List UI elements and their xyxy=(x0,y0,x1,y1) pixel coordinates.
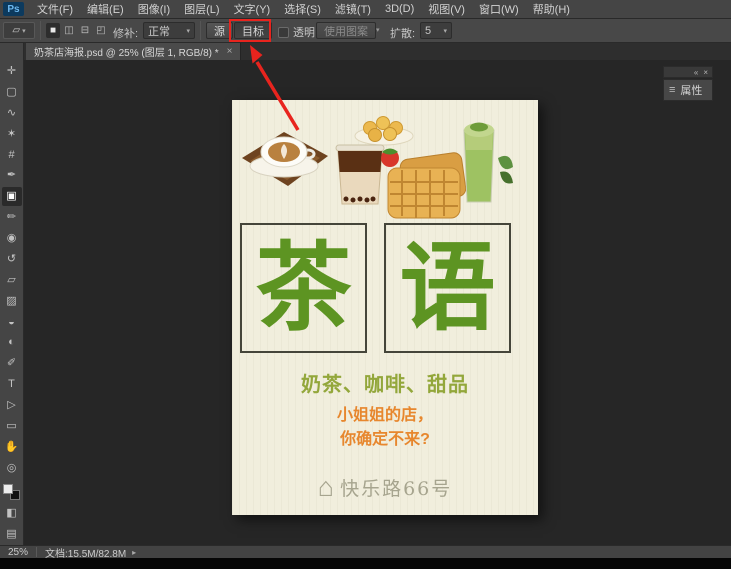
waffle-with-strawberry xyxy=(381,148,467,219)
zoom-tool-button[interactable]: ◎ xyxy=(2,459,22,478)
document-tab[interactable]: 奶茶店海报.psd @ 25% (图层 1, RGB/8) * × xyxy=(26,43,242,60)
chevron-down-icon: ▾ xyxy=(22,27,26,35)
properties-icon: ≡ xyxy=(669,84,676,96)
zoom-level-field[interactable]: 25% xyxy=(8,547,28,558)
document-tab-bar: 奶茶店海报.psd @ 25% (图层 1, RGB/8) * × xyxy=(24,43,731,60)
menu-file[interactable]: 文件(F) xyxy=(30,1,80,17)
crop-tool-button[interactable]: # xyxy=(2,146,22,165)
properties-panel-button[interactable]: ≡ 属性 xyxy=(663,79,713,101)
pattern-dropdown-icon[interactable]: ▾ xyxy=(376,26,380,34)
menu-window[interactable]: 窗口(W) xyxy=(472,1,526,17)
history-brush-tool-button[interactable]: ↺ xyxy=(2,250,22,269)
eraser-tool-button[interactable]: ▱ xyxy=(2,271,22,290)
rectangle-tool-button[interactable]: ▭ xyxy=(2,417,22,436)
photoshop-window: Ps 文件(F) 编辑(E) 图像(I) 图层(L) 文字(Y) 选择(S) 滤… xyxy=(0,0,731,569)
poster-tagline-2: 你确定不来? xyxy=(340,431,430,448)
status-menu-arrow-icon[interactable]: ▸ xyxy=(132,548,136,557)
screen-mode-button[interactable]: ▤ xyxy=(2,525,22,544)
patch-tool-button[interactable]: ▣ xyxy=(1,187,22,207)
lasso-tool-button[interactable]: ∿ xyxy=(2,104,22,123)
properties-label: 属性 xyxy=(680,85,703,97)
tool-preset-picker[interactable]: ▱ ▾ xyxy=(3,22,35,39)
poster-subtitle: 奶茶、咖啡、甜品 xyxy=(301,374,469,396)
transparent-label: 透明 xyxy=(293,27,315,39)
milk-tea-cup xyxy=(335,144,385,205)
cookie-plate xyxy=(354,116,414,146)
eyedropper-tool-button[interactable]: ✒ xyxy=(2,166,22,185)
diffusion-input[interactable]: 5 ▾ xyxy=(420,22,452,39)
menu-help[interactable]: 帮助(H) xyxy=(526,1,577,17)
hand-tool-button[interactable]: ✋ xyxy=(2,438,22,457)
menu-3d[interactable]: 3D(D) xyxy=(378,3,421,15)
patch-tool-icon: ▱ xyxy=(12,25,21,36)
poster-address-text: 快乐路66号 xyxy=(340,478,453,500)
chevron-down-icon: ▾ xyxy=(443,27,447,35)
document-tab-title: 奶茶店海报.psd @ 25% (图层 1, RGB/8) * xyxy=(34,48,219,59)
diffusion-label: 扩散: xyxy=(390,28,416,40)
status-bar: 25% 文档:15.5M/82.8M ▸ xyxy=(0,545,731,560)
separator xyxy=(36,547,38,557)
patch-mode-dropdown[interactable]: 正常 ▾ xyxy=(143,22,195,39)
menu-type[interactable]: 文字(Y) xyxy=(227,1,278,17)
use-pattern-button[interactable]: 使用图案 xyxy=(316,22,376,39)
rectangular-marquee-tool-button[interactable]: ▢ xyxy=(2,83,22,102)
add-to-selection-icon[interactable]: ◫ xyxy=(62,23,76,38)
clone-stamp-tool-button[interactable]: ◉ xyxy=(2,229,22,248)
poster-frame-right: 语 xyxy=(384,223,511,353)
bottom-strip xyxy=(0,558,731,569)
collapse-arrows-icon[interactable]: « xyxy=(694,68,698,77)
path-selection-tool-button[interactable]: ▷ xyxy=(2,396,22,415)
transparent-checkbox[interactable] xyxy=(278,26,289,38)
menu-image[interactable]: 图像(I) xyxy=(131,1,177,17)
diffusion-value: 5 xyxy=(425,24,432,37)
pen-tool-button[interactable]: ✐ xyxy=(2,354,22,373)
menu-select[interactable]: 选择(S) xyxy=(277,1,328,17)
color-swatches[interactable] xyxy=(3,483,20,501)
foreground-color-swatch[interactable] xyxy=(3,483,13,494)
brush-tool-button[interactable]: ✏ xyxy=(2,208,22,227)
poster-address: ⌂ 快乐路66号 xyxy=(232,474,538,501)
subtract-from-selection-icon[interactable]: ⊟ xyxy=(78,23,92,38)
selection-mode-group: ■ ◫ ⊟ ◰ xyxy=(46,23,108,38)
source-button[interactable]: 源 xyxy=(206,22,233,39)
separator xyxy=(40,21,41,40)
canvas-area: 茶 语 奶茶、咖啡、甜品 小姐姐的店， 你确定不来? ⌂ 快乐路66号 xyxy=(24,60,731,545)
options-bar: ▱ ▾ ■ ◫ ⊟ ◰ 修补: 正常 ▾ 源 目标 透明 使用图案 ▾ 扩散: … xyxy=(0,19,731,43)
menu-layer[interactable]: 图层(L) xyxy=(177,1,226,17)
house-icon: ⌂ xyxy=(317,472,335,502)
separator xyxy=(200,21,201,40)
poster-frame-left: 茶 xyxy=(240,223,367,353)
transparent-checkbox-group[interactable]: 透明 xyxy=(278,24,315,40)
new-selection-icon[interactable]: ■ xyxy=(46,23,60,38)
photoshop-logo: Ps xyxy=(3,2,24,16)
quick-mask-button[interactable]: ◧ xyxy=(2,504,22,523)
dodge-tool-button[interactable]: ◐ xyxy=(2,333,22,352)
properties-panel-collapsed: « × ≡ 属性 xyxy=(663,66,713,101)
blur-tool-button[interactable]: ◒ xyxy=(2,313,22,332)
menu-edit[interactable]: 编辑(E) xyxy=(80,1,131,17)
tab-close-icon[interactable]: × xyxy=(227,46,233,57)
move-tool-button[interactable]: ✛ xyxy=(2,62,22,81)
panel-header: « × xyxy=(663,66,713,78)
target-button[interactable]: 目标 xyxy=(234,22,272,39)
tools-panel: ✛ ▢ ∿ ✶ # ✒ ▣ ✏ ◉ ↺ ▱ ▨ ◒ ◐ ✐ T ▷ ▭ ✋ ◎ … xyxy=(0,43,24,545)
patch-mode-value: 正常 xyxy=(148,25,170,38)
menu-bar: Ps 文件(F) 编辑(E) 图像(I) 图层(L) 文字(Y) 选择(S) 滤… xyxy=(0,0,731,19)
poster-title-right: 语 xyxy=(399,231,496,344)
gradient-tool-button[interactable]: ▨ xyxy=(2,292,22,311)
poster-title-left: 茶 xyxy=(255,231,352,344)
intersect-selection-icon[interactable]: ◰ xyxy=(94,23,108,38)
patch-mode-label: 修补: xyxy=(113,28,139,40)
type-tool-button[interactable]: T xyxy=(2,375,22,394)
poster-food-illustration xyxy=(242,116,513,219)
menu-view[interactable]: 视图(V) xyxy=(421,1,472,17)
matcha-drink xyxy=(463,122,513,203)
poster-tagline-1: 小姐姐的店， xyxy=(336,407,433,424)
chevron-down-icon: ▾ xyxy=(186,27,190,35)
poster-document[interactable]: 茶 语 奶茶、咖啡、甜品 小姐姐的店， 你确定不来? ⌂ 快乐路66号 xyxy=(232,100,538,515)
menu-filter[interactable]: 滤镜(T) xyxy=(328,1,378,17)
quick-selection-tool-button[interactable]: ✶ xyxy=(2,125,22,144)
panel-close-icon[interactable]: × xyxy=(703,68,708,77)
